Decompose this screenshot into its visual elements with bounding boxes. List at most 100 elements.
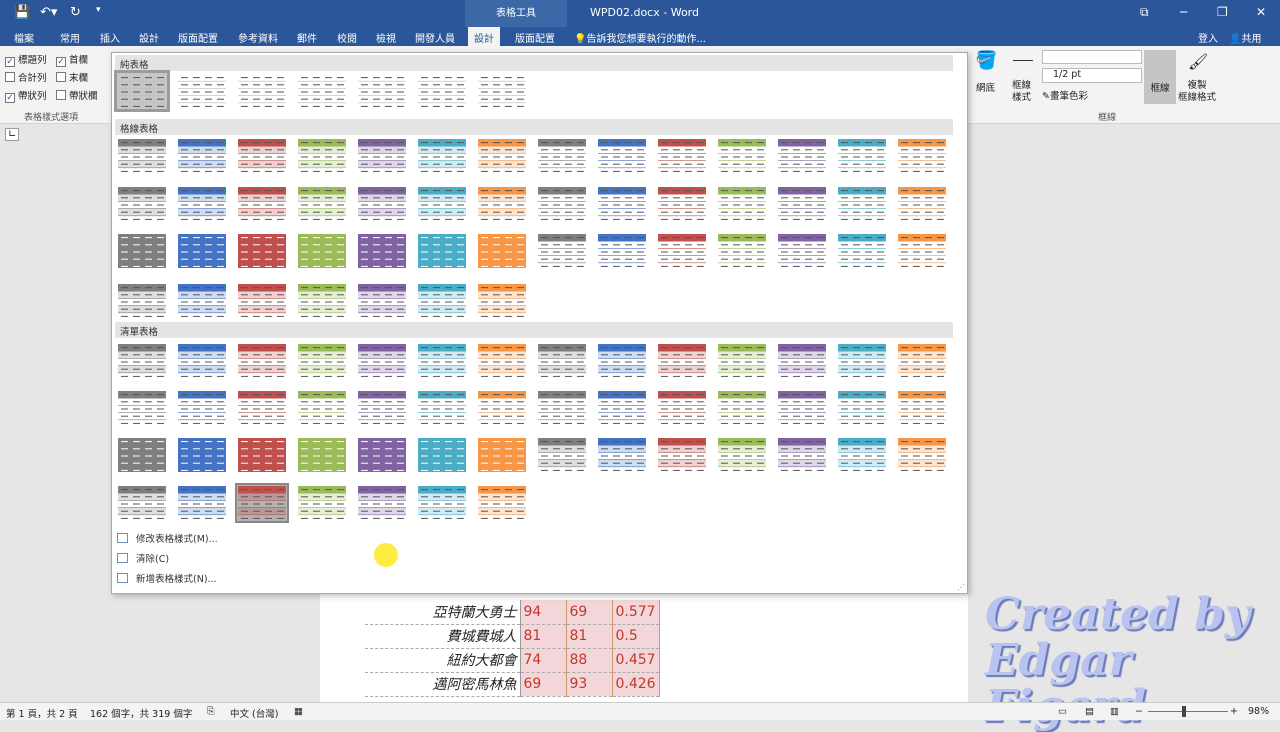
table-style-swatch[interactable] [417,233,467,269]
table-style-swatch[interactable] [897,343,947,379]
table-style-swatch[interactable] [177,283,227,319]
total-row-checkbox[interactable]: 合計列 [5,70,47,84]
zoom-out-icon[interactable]: − [1135,706,1143,717]
table-style-swatch[interactable] [837,437,887,473]
table-style-swatch[interactable] [357,437,407,473]
tab-design[interactable]: 設計 [139,30,159,45]
table-style-swatch[interactable] [357,283,407,319]
table-style-swatch[interactable] [657,233,707,269]
table-style-swatch[interactable] [357,343,407,379]
language-indicator[interactable]: 中文 (台灣) [230,706,278,720]
table-style-swatch[interactable] [417,390,467,426]
tab-developer[interactable]: 開發人員 [415,30,455,45]
table-style-swatch[interactable] [837,233,887,269]
shading-icon[interactable]: 🪣 [975,50,997,71]
undo-icon[interactable]: ↶▾ [40,5,57,20]
table-style-swatch[interactable] [657,138,707,174]
table-style-swatch[interactable] [777,437,827,473]
web-layout-icon[interactable]: ▥ [1110,706,1119,717]
banded-rows-checkbox[interactable]: ✓ 帶狀列 [5,88,47,103]
table-style-swatch[interactable] [777,343,827,379]
table-style-swatch[interactable] [717,186,767,222]
table-style-swatch[interactable] [297,186,347,222]
table-style-swatch[interactable] [117,437,167,473]
table-style-swatch[interactable] [297,283,347,319]
table-style-swatch[interactable] [717,233,767,269]
zoom-slider-thumb[interactable] [1182,706,1186,717]
shading-label[interactable]: 網底 [976,80,995,94]
table-style-swatch[interactable] [897,138,947,174]
read-mode-icon[interactable]: ▭ [1058,706,1067,717]
table-style-swatch[interactable] [117,485,167,521]
table-style-swatch[interactable] [235,483,289,523]
table-style-swatch[interactable] [237,390,287,426]
table-style-swatch[interactable] [477,390,527,426]
minimize-icon[interactable]: ─ [1180,5,1187,19]
table-style-swatch[interactable] [237,138,287,174]
table-style-swatch[interactable] [837,186,887,222]
print-layout-icon[interactable]: ▤ [1085,706,1094,717]
table-style-swatch[interactable] [597,138,647,174]
sign-in-link[interactable]: 登入 [1198,30,1218,45]
table-style-swatch[interactable] [477,437,527,473]
table-style-swatch[interactable] [477,233,527,269]
table-style-swatch[interactable] [717,138,767,174]
table-style-swatch[interactable] [657,390,707,426]
table-style-swatch[interactable] [897,437,947,473]
table-style-swatch[interactable] [537,186,587,222]
tab-file[interactable]: 檔案 [14,30,34,45]
last-column-checkbox[interactable]: 末欄 [56,70,88,84]
table-style-swatch[interactable] [117,343,167,379]
table-style-swatch[interactable] [297,485,347,521]
table-style-swatch[interactable] [417,186,467,222]
banded-columns-checkbox[interactable]: 帶狀欄 [56,88,98,102]
tab-layout[interactable]: 版面配置 [178,30,218,45]
table-style-swatch[interactable] [357,186,407,222]
table-style-swatch[interactable] [777,138,827,174]
tab-references[interactable]: 參考資料 [238,30,278,45]
border-styles-button[interactable]: 框線 樣式 [1012,80,1031,104]
table-style-swatch[interactable] [657,343,707,379]
table-style-swatch[interactable] [897,186,947,222]
table-style-swatch[interactable] [117,390,167,426]
table-style-swatch[interactable] [417,485,467,521]
table-style-swatch[interactable] [537,437,587,473]
table-style-swatch[interactable] [537,233,587,269]
modify-style-command[interactable]: 修改表格樣式(M)... [117,531,218,545]
table-style-swatch[interactable] [717,437,767,473]
table-style-swatch[interactable] [417,343,467,379]
header-row-checkbox[interactable]: ✓ 標題列 [5,52,47,67]
line-weight-dropdown[interactable]: 1/2 pt [1042,68,1142,83]
redo-icon[interactable]: ↻ [70,5,81,20]
tab-home[interactable]: 常用 [60,30,80,45]
table-style-swatch[interactable] [597,390,647,426]
tell-me-box[interactable]: 💡告訴我您想要執行的動作... [574,30,706,45]
table-style-swatch[interactable] [597,437,647,473]
table-style-swatch[interactable] [297,437,347,473]
table-style-swatch[interactable] [177,233,227,269]
table-style-swatch[interactable] [357,138,407,174]
table-style-swatch[interactable] [237,73,287,109]
table-style-swatch[interactable] [597,343,647,379]
pen-color-button[interactable]: ✎畫筆色彩 [1042,88,1088,102]
table-style-swatch[interactable] [477,138,527,174]
table-style-swatch[interactable] [777,233,827,269]
tab-insert[interactable]: 插入 [100,30,120,45]
close-icon[interactable]: ✕ [1256,5,1266,19]
save-icon[interactable]: 💾 [14,5,30,20]
table-style-swatch[interactable] [537,138,587,174]
table-style-swatch[interactable] [117,233,167,269]
table-style-swatch[interactable] [177,186,227,222]
table-style-swatch[interactable] [237,283,287,319]
zoom-in-icon[interactable]: + [1230,706,1238,717]
table-style-swatch[interactable] [417,73,467,109]
table-style-swatch[interactable] [297,343,347,379]
customize-qat-icon[interactable]: ▾ [96,5,101,15]
table-style-swatch[interactable] [177,485,227,521]
table-style-swatch[interactable] [177,343,227,379]
border-painter-button[interactable]: 複製 框線格式 [1178,80,1216,104]
table-style-swatch[interactable] [477,343,527,379]
table-style-swatch[interactable] [597,233,647,269]
table-style-swatch[interactable] [297,138,347,174]
tab-view[interactable]: 檢視 [376,30,396,45]
